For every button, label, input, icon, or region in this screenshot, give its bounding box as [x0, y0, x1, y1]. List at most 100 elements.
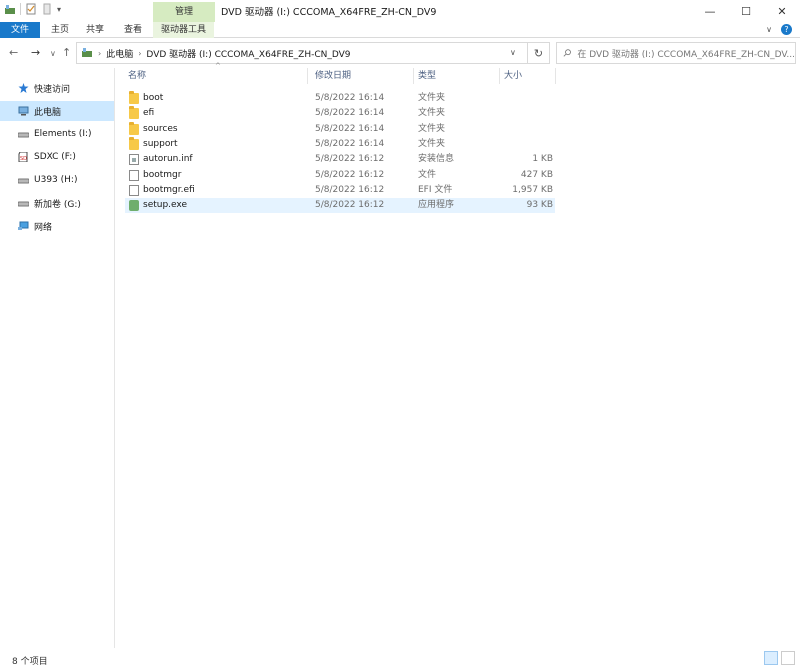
- up-button[interactable]: ↑: [62, 46, 71, 59]
- file-type: 安装信息: [418, 154, 455, 164]
- column-divider[interactable]: [499, 68, 500, 84]
- recent-locations-button[interactable]: ∨: [50, 49, 56, 58]
- tab-share[interactable]: 共享: [86, 22, 104, 38]
- search-input[interactable]: 在 DVD 驱动器 (I:) CCCOMA_X64FRE_ZH-CN_DV...: [556, 42, 796, 64]
- item-count: 8 个项目: [12, 657, 48, 667]
- sidebar-item-label: 网络: [34, 222, 53, 233]
- sidebar-item-network[interactable]: 网络: [0, 216, 114, 236]
- file-name: boot: [143, 93, 164, 103]
- ribbon-tabs: 文件 主页 共享 查看 驱动器工具 ∨ ?: [0, 22, 800, 38]
- tab-file[interactable]: 文件: [0, 22, 40, 38]
- file-row-efi[interactable]: efi 5/8/2022 16:14 文件夹: [125, 106, 555, 121]
- file-list: ^ 名称 修改日期 类型 大小 boot 5/8/2022 16:14 文件夹 …: [115, 62, 800, 646]
- file-date: 5/8/2022 16:14: [315, 124, 385, 134]
- sort-ascending-icon: ^: [215, 62, 221, 70]
- refresh-button[interactable]: ↻: [528, 42, 550, 64]
- file-size: 1 KB: [532, 154, 553, 164]
- file-type: EFI 文件: [418, 185, 453, 195]
- setup-exe-icon: [129, 200, 139, 211]
- context-tab-group-manage: 管理: [153, 2, 215, 22]
- sidebar-item-label: Elements (I:): [34, 129, 92, 139]
- drive-icon: [18, 132, 29, 138]
- title-bar: ▾ 管理 DVD 驱动器 (I:) CCCOMA_X64FRE_ZH-CN_DV…: [0, 0, 800, 22]
- tab-view[interactable]: 查看: [124, 22, 142, 38]
- status-bar: 8 个项目: [0, 649, 800, 669]
- close-button[interactable]: ✕: [764, 0, 800, 22]
- expand-ribbon-icon[interactable]: ∨: [766, 25, 772, 34]
- breadcrumb-separator-icon: ›: [98, 48, 102, 58]
- tab-home[interactable]: 主页: [51, 22, 69, 38]
- sidebar-item-label: U393 (H:): [34, 175, 78, 185]
- computer-icon: [82, 48, 92, 57]
- sidebar-item-quick-access[interactable]: 快速访问: [0, 78, 114, 98]
- sidebar-item-sdxc[interactable]: SD SDXC (F:): [0, 147, 114, 167]
- sidebar-item-u393[interactable]: U393 (H:): [0, 170, 114, 190]
- file-date: 5/8/2022 16:12: [315, 185, 385, 195]
- star-icon: [18, 83, 29, 93]
- column-header-name[interactable]: 名称: [128, 66, 146, 86]
- minimize-button[interactable]: —: [692, 0, 728, 22]
- navigation-pane: 快速访问 此电脑 Elements (I:) SD SDXC (F:) U393…: [0, 68, 115, 648]
- file-icon: [129, 185, 139, 196]
- file-row-bootmgr[interactable]: bootmgr 5/8/2022 16:12 文件 427 KB: [125, 168, 555, 183]
- setup-info-icon: [129, 154, 139, 165]
- new-folder-icon[interactable]: [41, 3, 53, 15]
- file-date: 5/8/2022 16:14: [315, 93, 385, 103]
- sidebar-item-label: SDXC (F:): [34, 152, 76, 162]
- svg-text:SD: SD: [20, 156, 27, 162]
- file-row-bootmgr-efi[interactable]: bootmgr.efi 5/8/2022 16:12 EFI 文件 1,957 …: [125, 183, 555, 198]
- file-name: bootmgr: [143, 170, 182, 180]
- column-header-size[interactable]: 大小: [504, 66, 522, 86]
- file-row-support[interactable]: support 5/8/2022 16:14 文件夹: [125, 137, 555, 152]
- quick-access-toolbar: ▾: [4, 3, 61, 15]
- breadcrumb-separator-icon: ›: [138, 48, 142, 58]
- file-icon: [129, 170, 139, 181]
- file-type: 文件夹: [418, 108, 446, 118]
- folder-icon: [129, 91, 139, 104]
- details-view-button[interactable]: [764, 651, 778, 665]
- column-divider[interactable]: [413, 68, 414, 84]
- sidebar-item-new-volume[interactable]: 新加卷 (G:): [0, 193, 114, 213]
- large-icons-view-button[interactable]: [781, 651, 795, 665]
- file-date: 5/8/2022 16:14: [315, 139, 385, 149]
- column-divider[interactable]: [555, 68, 556, 84]
- file-size: [495, 106, 553, 121]
- file-row-boot[interactable]: boot 5/8/2022 16:14 文件夹: [125, 91, 555, 106]
- window-title: DVD 驱动器 (I:) CCCOMA_X64FRE_ZH-CN_DV9: [221, 7, 437, 18]
- tab-drive-tools[interactable]: 驱动器工具: [153, 22, 215, 38]
- maximize-button[interactable]: ☐: [728, 0, 764, 22]
- file-name: efi: [143, 108, 155, 118]
- breadcrumb-this-pc[interactable]: 此电脑: [106, 47, 133, 60]
- address-history-dropdown[interactable]: ∨: [510, 48, 516, 57]
- column-header-type[interactable]: 类型: [418, 66, 436, 86]
- column-divider[interactable]: [307, 68, 308, 84]
- help-icon[interactable]: ?: [781, 24, 792, 35]
- breadcrumb-dvd-drive[interactable]: DVD 驱动器 (I:) CCCOMA_X64FRE_ZH-CN_DV9: [146, 47, 350, 60]
- customize-qat-icon[interactable]: ▾: [57, 5, 61, 14]
- file-row-autorun-inf[interactable]: autorun.inf 5/8/2022 16:12 安装信息 1 KB: [125, 152, 555, 167]
- search-placeholder: 在 DVD 驱动器 (I:) CCCOMA_X64FRE_ZH-CN_DV...: [577, 49, 795, 60]
- file-size: 427 KB: [520, 170, 553, 180]
- sidebar-item-this-pc[interactable]: 此电脑: [0, 101, 114, 121]
- column-header-date[interactable]: 修改日期: [315, 66, 351, 86]
- sidebar-item-elements[interactable]: Elements (I:): [0, 124, 114, 144]
- file-row-sources[interactable]: sources 5/8/2022 16:14 文件夹: [125, 122, 555, 137]
- properties-icon[interactable]: [25, 3, 37, 15]
- file-row-setup-exe[interactable]: setup.exe 5/8/2022 16:12 应用程序 93 KB: [125, 198, 555, 213]
- folder-icon: [129, 106, 139, 119]
- file-name: support: [143, 139, 178, 149]
- folder-icon: [129, 137, 139, 150]
- search-icon: [563, 49, 571, 57]
- back-button[interactable]: ←: [9, 46, 18, 59]
- forward-button[interactable]: →: [31, 46, 40, 59]
- sd-card-icon: SD: [18, 152, 28, 162]
- computer-icon: [18, 106, 29, 116]
- address-bar[interactable]: › 此电脑 › DVD 驱动器 (I:) CCCOMA_X64FRE_ZH-CN…: [76, 42, 528, 64]
- sidebar-item-label: 此电脑: [34, 107, 62, 118]
- drive-icon: [18, 178, 29, 184]
- file-type: 文件夹: [418, 124, 446, 134]
- file-size: 93 KB: [526, 200, 553, 210]
- toolbar-separator: [20, 3, 21, 15]
- file-size: [495, 91, 553, 106]
- file-name: autorun.inf: [143, 154, 193, 164]
